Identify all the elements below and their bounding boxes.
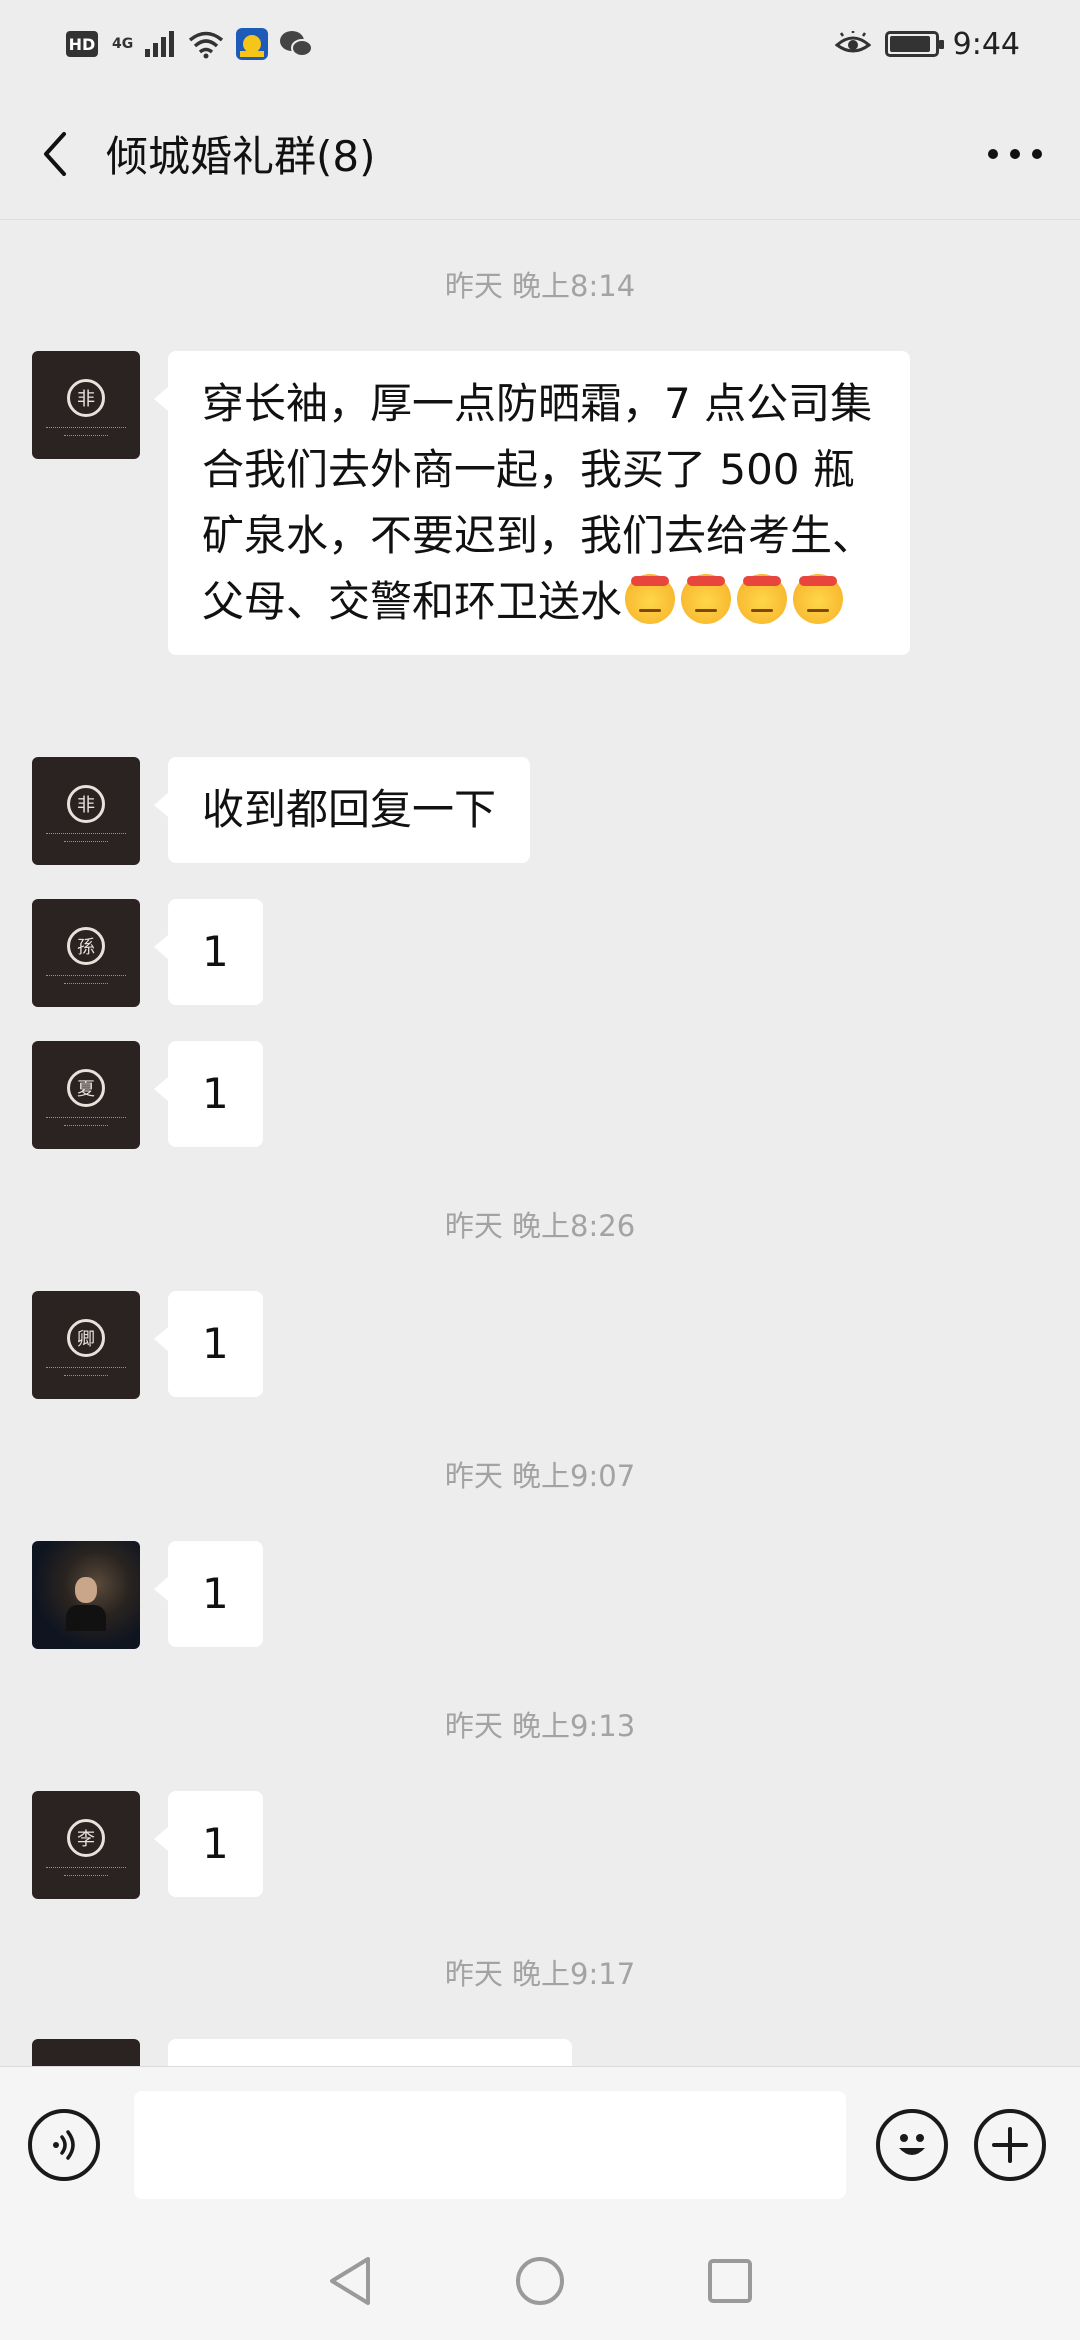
input-bar [0, 2066, 1080, 2222]
message-bubble[interactable]: 收到都回复一下 [153, 757, 531, 863]
avatar[interactable]: 李 [32, 1791, 140, 1899]
avatar[interactable]: 非 [32, 757, 140, 865]
message-row: 李 1 [32, 1791, 263, 1899]
nav-home-icon[interactable] [514, 2255, 566, 2307]
nav-back-icon[interactable] [326, 2255, 374, 2307]
message-row: 孫 1 [32, 899, 263, 1007]
message-row: 卿 1 [32, 1291, 263, 1399]
message-text: 1 [202, 1319, 229, 1368]
chat-title: 倾城婚礼群(8) [106, 132, 376, 181]
message-bubble[interactable]: 1 [154, 1791, 263, 1897]
message-text: 1 [202, 1819, 229, 1868]
signal-icon [145, 31, 175, 57]
emoji-icon [793, 574, 844, 624]
message-list[interactable]: 昨天 晚上8:14 非 穿长袖，厚一点防晒霜，7 点公司集合我们去外商一起，我买… [0, 221, 1080, 2066]
chevron-left-icon [44, 131, 66, 176]
emoji-button[interactable] [876, 2108, 948, 2181]
message-bubble[interactable]: 1 [154, 1041, 263, 1147]
emoji-icon [625, 574, 676, 624]
message-text: 1 [202, 1069, 229, 1118]
avatar[interactable]: 孫 [32, 899, 140, 1007]
avatar[interactable] [32, 2039, 140, 2066]
emoji-icon [737, 574, 788, 624]
message-bubble[interactable]: 1 [154, 1541, 263, 1647]
battery-icon [884, 31, 944, 57]
wechat-icon [280, 31, 314, 57]
avatar-logo: 非 [67, 378, 105, 417]
message-text: 收到都回复一下 [202, 785, 497, 834]
emoji-icon [681, 574, 732, 624]
network-type: 4G [112, 36, 134, 52]
system-nav-bar [0, 2222, 1080, 2340]
wifi-icon [189, 31, 224, 59]
message-input[interactable] [134, 2090, 846, 2199]
avatar-logo: 夏 [67, 1068, 105, 1107]
message-text: 1 [202, 927, 229, 976]
timestamp: 昨天 晚上9:07 [444, 1459, 636, 1493]
avatar-logo: 李 [67, 1818, 105, 1857]
message-row: 1 [32, 1541, 263, 1649]
more-button[interactable] [980, 124, 1050, 184]
app-notification-icon [236, 28, 269, 60]
more-dots-icon [988, 148, 1042, 159]
nav-recents-icon[interactable] [706, 2257, 754, 2305]
plus-button[interactable] [974, 2108, 1046, 2181]
message-row [32, 2039, 572, 2066]
eye-comfort-icon [834, 31, 871, 53]
plus-icon [992, 2126, 1028, 2163]
message-bubble[interactable] [168, 2039, 572, 2066]
back-button[interactable] [30, 124, 80, 184]
message-bubble[interactable]: 穿长袖，厚一点防晒霜，7 点公司集合我们去外商一起，我买了 500 瓶矿泉水，不… [154, 351, 910, 655]
avatar-photo[interactable] [32, 1541, 140, 1649]
status-bar: HD 4G 9:44 [0, 0, 1080, 88]
message-bubble[interactable]: 1 [154, 1291, 263, 1397]
voice-icon [53, 2129, 75, 2160]
message-text: 1 [202, 1569, 229, 1618]
avatar-logo: 卿 [67, 1318, 105, 1357]
message-row: 夏 1 [32, 1041, 263, 1149]
avatar[interactable]: 卿 [32, 1291, 140, 1399]
avatar[interactable]: 非 [32, 351, 140, 459]
chat-header: 倾城婚礼群(8) [0, 88, 1080, 220]
message-bubble[interactable]: 1 [154, 899, 263, 1005]
clock: 9:44 [952, 26, 1020, 62]
voice-button[interactable] [28, 2108, 100, 2181]
message-row: 非 收到都回复一下 [32, 757, 531, 865]
hd-badge: HD [66, 31, 98, 57]
message-row: 非 穿长袖，厚一点防晒霜，7 点公司集合我们去外商一起，我买了 500 瓶矿泉水… [32, 351, 910, 655]
emoji-icon [899, 2133, 925, 2155]
timestamp: 昨天 晚上9:17 [444, 1957, 636, 1991]
avatar-logo: 非 [67, 784, 105, 823]
timestamp: 昨天 晚上9:13 [444, 1709, 636, 1743]
avatar-logo: 孫 [67, 926, 105, 965]
timestamp: 昨天 晚上8:14 [444, 269, 636, 303]
timestamp: 昨天 晚上8:26 [444, 1209, 636, 1243]
avatar[interactable]: 夏 [32, 1041, 140, 1149]
